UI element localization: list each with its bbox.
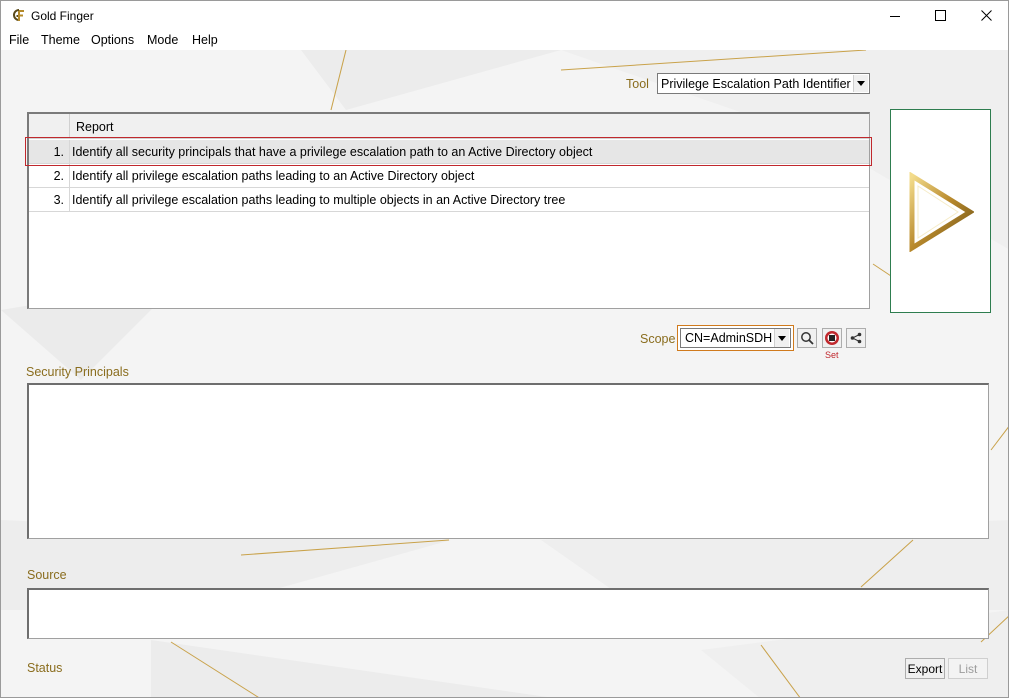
play-icon	[909, 172, 974, 252]
row-text: Identify all privilege escalation paths …	[72, 193, 566, 207]
row-number: 1.	[53, 145, 64, 159]
app-window: Gold Finger File Theme Options Mode Help	[0, 0, 1009, 698]
row-text: Identify all privilege escalation paths …	[72, 169, 475, 183]
table-header: Report	[29, 114, 869, 139]
export-button[interactable]: Export	[905, 658, 945, 679]
set-button[interactable]	[822, 328, 842, 348]
minimize-button[interactable]	[872, 1, 918, 30]
main-content: Tool Privilege Escalation Path Identifie…	[1, 50, 1008, 697]
row-divider	[69, 188, 70, 211]
chevron-down-icon[interactable]	[774, 329, 789, 347]
share-icon	[850, 332, 862, 344]
goldfinger-app-icon	[13, 9, 24, 22]
source-label: Source	[27, 568, 67, 582]
chevron-down-icon[interactable]	[853, 75, 868, 92]
row-number: 3.	[53, 193, 64, 207]
row-text: Identify all security principals that ha…	[72, 145, 593, 159]
list-button[interactable]: List	[948, 658, 988, 679]
set-icon	[825, 331, 839, 345]
set-label: Set	[825, 350, 839, 360]
table-row[interactable]: 1. Identify all security principals that…	[29, 140, 869, 164]
report-table: Report 1. Identify all security principa…	[27, 112, 870, 309]
row-divider	[69, 140, 70, 163]
tool-selected-value: Privilege Escalation Path Identifier	[661, 77, 851, 91]
report-column-header: Report	[76, 120, 114, 134]
close-icon	[980, 10, 992, 21]
title-bar: Gold Finger	[1, 1, 1008, 30]
security-principals-box[interactable]	[27, 383, 989, 539]
search-button[interactable]	[797, 328, 817, 348]
tool-dropdown[interactable]: Privilege Escalation Path Identifier	[657, 73, 870, 94]
security-principals-label: Security Principals	[26, 365, 129, 379]
scope-dropdown[interactable]: CN=AdminSDH	[677, 325, 794, 351]
menu-mode[interactable]: Mode	[147, 33, 178, 47]
share-button[interactable]	[846, 328, 866, 348]
table-row[interactable]: 2. Identify all privilege escalation pat…	[29, 164, 869, 188]
table-row[interactable]: 3. Identify all privilege escalation pat…	[29, 188, 869, 212]
minimize-icon	[890, 15, 900, 17]
maximize-icon	[934, 10, 946, 21]
search-icon	[801, 332, 814, 345]
status-label: Status	[27, 661, 63, 675]
menu-bar: File Theme Options Mode Help	[1, 30, 1008, 50]
close-button[interactable]	[963, 1, 1008, 30]
scope-selected-value: CN=AdminSDH	[685, 331, 773, 345]
menu-theme[interactable]: Theme	[41, 33, 80, 47]
source-box[interactable]	[27, 588, 989, 639]
menu-help[interactable]: Help	[192, 33, 218, 47]
row-divider	[69, 164, 70, 187]
maximize-button[interactable]	[917, 1, 963, 30]
run-button[interactable]	[890, 109, 991, 313]
menu-file[interactable]: File	[9, 33, 29, 47]
window-title: Gold Finger	[31, 9, 94, 23]
row-number: 2.	[53, 169, 64, 183]
tool-label: Tool	[626, 77, 649, 91]
menu-options[interactable]: Options	[91, 33, 134, 47]
scope-dropdown-inner: CN=AdminSDH	[680, 328, 791, 348]
scope-label: Scope	[640, 332, 676, 346]
row-number-header	[29, 114, 70, 139]
